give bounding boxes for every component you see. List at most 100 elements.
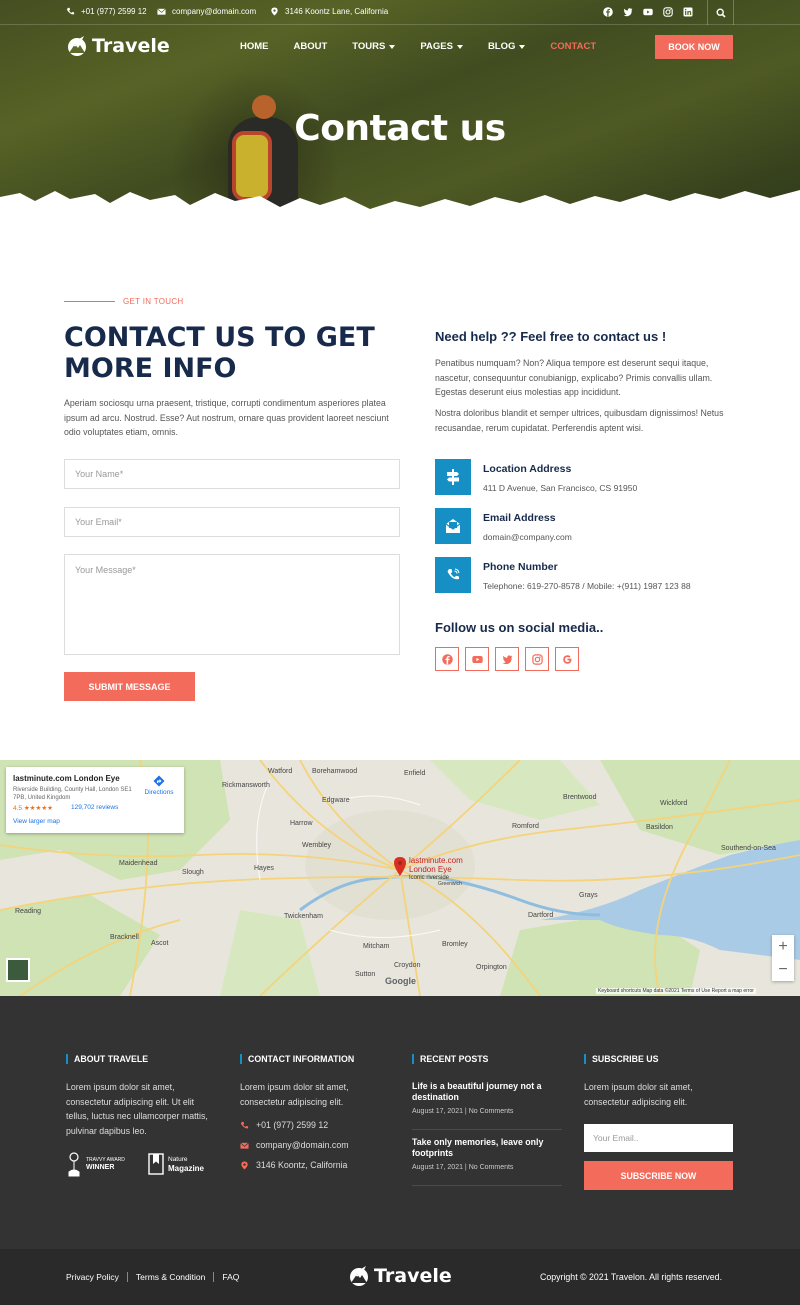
twitter-icon[interactable] [622,6,634,18]
directions-button[interactable]: Directions [140,775,178,796]
nav-home[interactable]: HOME [240,41,269,52]
map-place-grays: Grays [579,892,598,899]
footer-subscribe: SUBSCRIBE US Lorem ipsum dolor sit amet,… [584,1054,734,1109]
satellite-toggle[interactable] [6,958,30,982]
map-pin-label: lastminute.com London Eye Iconic riversi… [409,856,463,881]
topbar-email[interactable]: company@domain.com [157,7,256,16]
recent-post[interactable]: Life is a beautiful journey not a destin… [412,1081,562,1115]
map-place-orpington: Orpington [476,964,507,971]
map-place-dartford: Dartford [528,912,554,919]
bookmark-icon [148,1153,164,1175]
facebook-icon[interactable] [602,6,614,18]
award-nature-magazine: Nature Magazine [148,1153,204,1175]
map-place-borehamwood: Borehamwood [312,768,358,775]
book-now-button[interactable]: BOOK NOW [655,35,733,59]
section-intro: Aperiam sociosqu urna praesent, tristiqu… [64,398,389,437]
location-map[interactable]: lastminute.com London Eye Riverside Buil… [0,760,800,996]
footer-phone[interactable]: +01 (977) 2599 12 [240,1120,328,1130]
message-textarea[interactable]: Your Message* [64,554,400,655]
map-place-bromley: Bromley [442,941,468,948]
brand-logo[interactable]: Travele [66,35,170,57]
subscribe-email-input[interactable]: Your Email.. [584,1124,733,1152]
nav-blog[interactable]: BLOG [488,41,526,52]
map-place-hayes: Hayes [254,865,274,872]
email-input[interactable]: Your Email* [64,507,400,537]
search-icon [715,7,726,18]
facebook-icon[interactable] [435,647,459,671]
map-place-bracknell: Bracknell [110,934,139,941]
chevron-down-icon [519,44,526,49]
topbar-social [602,6,694,18]
zoom-in-button[interactable]: + [772,935,794,958]
hero-banner: +01 (977) 2599 12 company@domain.com 314… [0,0,800,245]
help-paragraph-1: Penatibus numquam? Non? Aliqua tempore e… [435,358,713,397]
map-place-wembley: Wembley [302,842,332,849]
nav-tours[interactable]: TOURS [352,41,396,52]
twitter-icon[interactable] [495,647,519,671]
map-place-twickenham: Twickenham [284,913,323,920]
subscribe-now-button[interactable]: SUBSCRIBE NOW [584,1161,733,1190]
map-place-reading: Reading [15,908,42,915]
nav-about[interactable]: ABOUT [294,41,328,52]
zoom-out-button[interactable]: − [772,958,794,981]
chevron-down-icon [456,44,463,49]
footer-email[interactable]: company@domain.com [240,1140,349,1150]
view-larger-map-link[interactable]: View larger map [13,818,60,825]
topbar-phone[interactable]: +01 (977) 2599 12 [66,7,147,16]
map-place-enfield: Enfield [404,770,426,777]
footer-logo[interactable]: Travele [348,1265,452,1287]
privacy-policy-link[interactable]: Privacy Policy [66,1272,127,1282]
main-nav: HOME ABOUT TOURS PAGES BLOG CONTACT [240,41,621,52]
submit-message-button[interactable]: SUBMIT MESSAGE [64,672,195,701]
post-divider [412,1185,562,1186]
directions-icon [153,775,165,787]
map-place-ascot: Ascot [151,940,169,947]
footer-about: ABOUT TRAVELE Lorem ipsum dolor sit amet… [66,1054,216,1138]
section-title: CONTACT US TO GET MORE INFO [64,322,375,384]
google-icon[interactable] [555,647,579,671]
map-place-edgware: Edgware [322,797,350,804]
map-place-slough: Slough [182,869,204,876]
signpost-icon [435,459,471,495]
topbar-address: 3146 Koontz Lane, California [270,7,388,16]
footer-address: 3146 Koontz, California [240,1160,347,1170]
chevron-down-icon [389,44,396,49]
footer-recent-posts: RECENT POSTS [412,1054,562,1064]
map-footer-links[interactable]: Keyboard shortcuts Map data ©2021 Terms … [596,988,756,994]
linkedin-icon[interactable] [682,6,694,18]
nav-pages[interactable]: PAGES [420,41,463,52]
instagram-icon[interactable] [525,647,549,671]
recent-post[interactable]: Take only memories, leave only footprint… [412,1137,562,1171]
map-place-rickmansworth: Rickmansworth [222,782,270,789]
phone-icon [66,7,75,15]
mail-icon [240,1142,249,1149]
terms-link[interactable]: Terms & Condition [126,1272,213,1282]
follow-title: Follow us on social media.. [435,620,604,635]
youtube-icon[interactable] [642,6,654,18]
map-place-croydon: Croydon [394,962,421,969]
map-info-card: lastminute.com London Eye Riverside Buil… [6,767,184,833]
nav-contact[interactable]: CONTACT [550,41,596,52]
trophy-icon [68,1152,80,1177]
post-divider [412,1129,562,1130]
mountain-logo-icon [350,1266,368,1286]
section-eyebrow: GET IN TOUCH [64,297,184,306]
mail-icon [157,8,166,15]
map-place-sutton: Sutton [355,971,376,978]
location-pin-icon [241,1160,248,1170]
map-place-basildon: Basildon [646,824,673,831]
brush-edge [0,190,800,245]
top-bar: +01 (977) 2599 12 company@domain.com 314… [0,0,800,25]
social-links [435,647,579,671]
youtube-icon[interactable] [465,647,489,671]
faq-link[interactable]: FAQ [213,1272,247,1282]
map-place-maidenhead: Maidenhead [119,860,158,867]
name-input[interactable]: Your Name* [64,459,400,489]
map-place-southend: Southend-on-Sea [721,845,776,852]
map-place-wickford: Wickford [660,800,688,807]
search-button[interactable] [707,0,734,25]
instagram-icon[interactable] [662,6,674,18]
google-logo: Google [385,976,416,986]
map-place-harrow: Harrow [290,820,313,827]
reviews-link[interactable]: 129,702 reviews [71,804,118,811]
